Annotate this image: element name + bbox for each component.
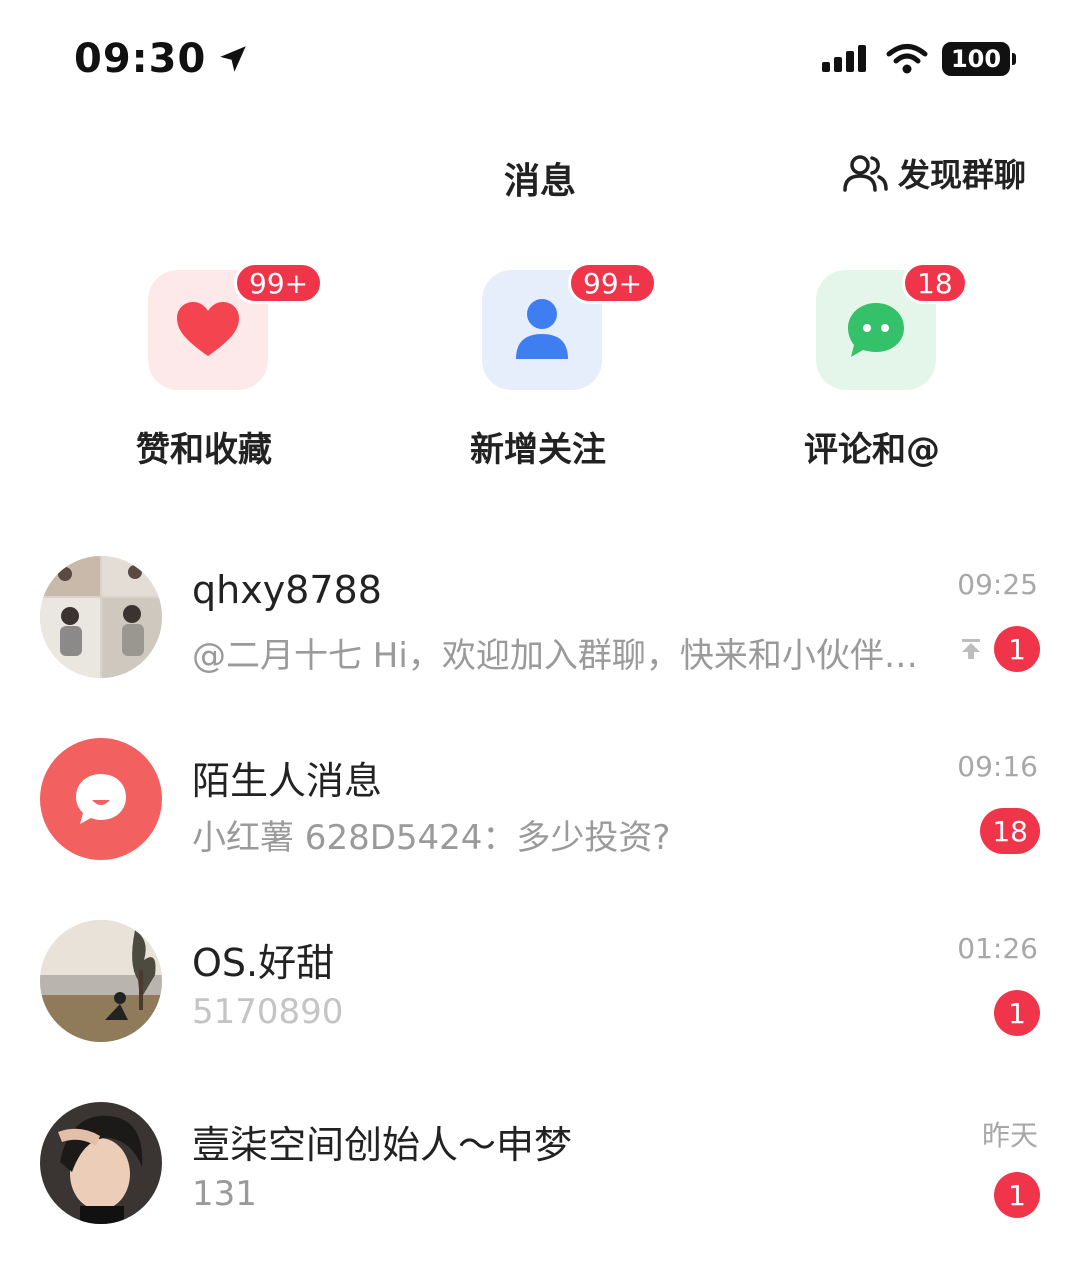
discover-group-chat-button[interactable]: 发现群聊: [842, 150, 1026, 196]
pin-icon: [962, 639, 980, 659]
stranger-message-icon: [76, 774, 126, 824]
status-time-text: 09:30: [74, 36, 207, 82]
avatar: [40, 556, 162, 678]
status-indicators: 100: [822, 42, 1016, 76]
followers-badge: 99+: [568, 262, 658, 304]
wifi-icon: [886, 44, 928, 74]
chat-name: 壹柒空间创始人～申梦: [192, 1123, 573, 1167]
chat-bubble-icon: [848, 303, 904, 357]
likes-label: 赞和收藏: [136, 430, 272, 470]
chat-row[interactable]: 陌生人消息 小红薯 628D5424：多少投资? 09:16 18: [0, 730, 1080, 870]
chat-preview: 小红薯 628D5424：多少投资?: [192, 818, 671, 858]
person-icon: [516, 299, 568, 359]
chat-time: 09:16: [957, 750, 1038, 783]
shortcut-new-followers[interactable]: 99+ 新增关注: [418, 260, 658, 480]
chat-preview: 131: [192, 1174, 257, 1214]
notification-shortcuts: 99+ 赞和收藏 99+ 新增关注 18 评论和@: [0, 260, 1080, 480]
shortcut-likes-favorites[interactable]: 99+ 赞和收藏: [84, 260, 324, 480]
heart-icon: [177, 302, 239, 356]
likes-badge: 99+: [234, 262, 324, 304]
status-time: 09:30: [74, 36, 250, 82]
avatar: [40, 738, 162, 860]
followers-label: 新增关注: [470, 430, 606, 470]
status-bar: 09:30 100: [0, 0, 1080, 120]
avatar: [40, 1102, 162, 1224]
battery-indicator: 100: [942, 42, 1016, 76]
unread-badge: 1: [994, 990, 1040, 1036]
avatar: [40, 920, 162, 1042]
comments-badge: 18: [902, 262, 968, 304]
chat-row[interactable]: OS.好甜 5170890 01:26 1: [0, 912, 1080, 1052]
chat-name: OS.好甜: [192, 941, 335, 985]
battery-level: 100: [950, 45, 1002, 73]
chat-row[interactable]: qhxy8788 @二月十七 Hi，欢迎加入群聊，快来和小伙伴们打个招呼吧 09…: [0, 548, 1080, 688]
chat-name: 陌生人消息: [192, 759, 383, 803]
comments-label: 评论和@: [804, 430, 940, 470]
chat-time: 01:26: [957, 932, 1038, 965]
discover-group-chat-label: 发现群聊: [897, 156, 1026, 194]
chat-name: qhxy8788: [192, 568, 382, 612]
chat-preview: @二月十七 Hi，欢迎加入群聊，快来和小伙伴们打个招呼吧: [192, 636, 932, 676]
cellular-signal-icon: [822, 45, 866, 72]
chat-preview: 5170890: [192, 992, 344, 1032]
shortcut-comments-mentions[interactable]: 18 评论和@: [752, 260, 992, 480]
chat-time: 09:25: [957, 568, 1038, 601]
header: 消息 发现群聊: [0, 130, 1080, 220]
chat-row[interactable]: 壹柒空间创始人～申梦 131 昨天 1: [0, 1094, 1080, 1234]
unread-badge: 1: [994, 1172, 1040, 1218]
unread-badge: 18: [980, 808, 1040, 854]
location-arrow-icon: [220, 46, 247, 72]
chat-time: 昨天: [981, 1119, 1038, 1152]
people-icon: [843, 155, 888, 192]
unread-badge: 1: [994, 626, 1040, 672]
